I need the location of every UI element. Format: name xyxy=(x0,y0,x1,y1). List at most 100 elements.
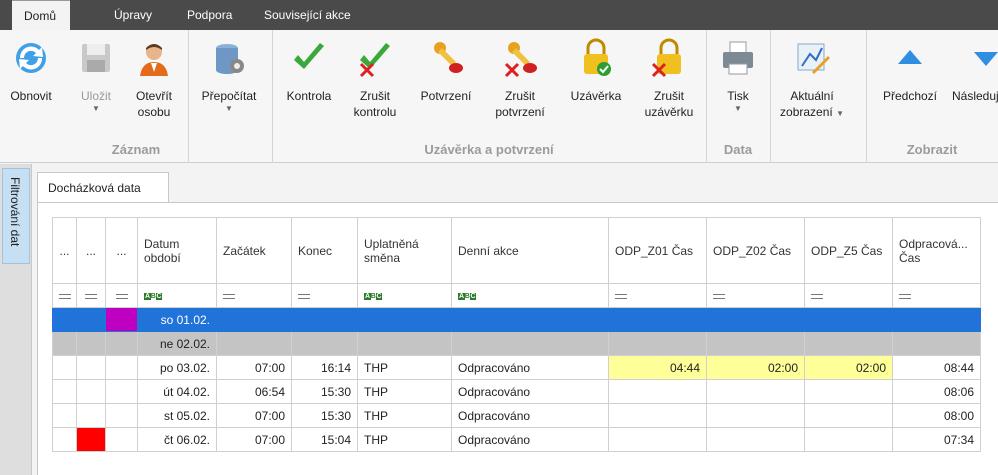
cancel-confirm-label-1: Zrušit xyxy=(505,89,535,103)
filter-cell[interactable] xyxy=(52,283,77,308)
filter-cell[interactable] xyxy=(76,283,106,308)
cancel-check-label-2: kontrolu xyxy=(353,105,397,119)
lock-check-icon xyxy=(584,38,611,76)
date-cell: po 03.02. xyxy=(137,355,217,380)
tab-edit[interactable]: Úpravy xyxy=(102,0,164,30)
equals-filter-icon xyxy=(115,293,128,299)
save-label: Uložit xyxy=(80,89,111,103)
column-header-worked[interactable]: Odpracová... Čas xyxy=(892,217,981,284)
check-button[interactable]: Kontrola xyxy=(282,36,336,104)
filter-cell[interactable] xyxy=(804,283,893,308)
cancel-confirm-label-2: potvrzení xyxy=(495,105,545,119)
equals-filter-icon xyxy=(85,293,97,299)
column-header[interactable]: ... xyxy=(52,217,77,284)
tab-attendance-data[interactable]: Docházková data xyxy=(37,172,169,203)
column-header-odp-z02[interactable]: ODP_Z02 Čas xyxy=(706,217,805,284)
ribbon-separator xyxy=(770,30,771,163)
table-row[interactable]: čt 06.02. 07:00 15:04 THP Odpracováno 07… xyxy=(52,427,981,452)
column-header-end[interactable]: Konec xyxy=(291,217,358,284)
ribbon-tab-bar: Domů Úpravy Podpora Související akce xyxy=(0,0,998,30)
text-filter-icon: ABC xyxy=(458,292,477,300)
recalculate-button[interactable]: Přepočítat ▼ xyxy=(196,36,262,114)
person-icon xyxy=(140,44,168,76)
cancel-close-period-button[interactable]: Zrušit uzávěrku xyxy=(638,36,700,120)
filter-cell[interactable] xyxy=(892,283,981,308)
printer-icon xyxy=(723,41,753,75)
cancel-confirm-button[interactable]: Zrušit potvrzení xyxy=(490,36,550,120)
date-cell: ne 02.02. xyxy=(137,331,217,356)
database-gear-icon xyxy=(216,44,244,74)
floppy-disk-icon xyxy=(82,44,110,72)
save-button[interactable]: Uložit ▼ xyxy=(76,36,116,114)
equals-filter-icon xyxy=(298,293,310,299)
tab-support[interactable]: Podpora xyxy=(175,0,244,30)
equals-filter-icon xyxy=(713,293,725,299)
filter-cell[interactable] xyxy=(706,283,805,308)
previous-button[interactable]: Předchozí xyxy=(878,36,942,104)
table-row[interactable]: so 01.02. xyxy=(52,307,981,332)
header-row: ... ... ... Datum období Začátek Konec U… xyxy=(52,217,981,284)
check-label: Kontrola xyxy=(286,89,332,103)
filter-data-tab[interactable]: Filtrování dat xyxy=(2,168,30,264)
text-filter-icon: ABC xyxy=(364,292,383,300)
table-row[interactable]: ne 02.02. xyxy=(52,331,981,356)
arrow-up-icon xyxy=(898,50,922,64)
text-filter-icon: ABC xyxy=(144,292,163,300)
current-view-label-2: zobrazení xyxy=(780,105,833,119)
filter-cell[interactable] xyxy=(291,283,358,308)
tab-related-actions[interactable]: Související akce xyxy=(252,0,363,30)
current-view-label-1: Aktuální xyxy=(790,89,834,103)
stamp-icon xyxy=(434,42,463,73)
arrow-down-icon xyxy=(974,52,998,66)
filter-cell[interactable] xyxy=(216,283,292,308)
open-person-button[interactable]: Otevřít osobu xyxy=(128,36,180,120)
cancel-close-label-1: Zrušit xyxy=(654,89,684,103)
column-header-date[interactable]: Datum období xyxy=(137,217,217,284)
filter-row: ABC ABC ABC xyxy=(52,283,981,308)
filter-cell[interactable]: ABC xyxy=(451,283,609,308)
column-header[interactable]: ... xyxy=(105,217,138,284)
confirm-label: Potvrzení xyxy=(420,89,472,103)
print-button[interactable]: Tisk ▼ xyxy=(716,36,760,114)
filter-cell[interactable]: ABC xyxy=(137,283,217,308)
next-button[interactable]: Následující xyxy=(946,36,998,104)
table-row[interactable]: út 04.02. 06:54 15:30 THP Odpracováno 08… xyxy=(52,379,981,404)
table-row[interactable]: po 03.02. 07:00 16:14 THP Odpracováno 04… xyxy=(52,355,981,380)
side-panel: Filtrování dat xyxy=(0,164,32,475)
filter-cell[interactable] xyxy=(105,283,138,308)
filter-cell[interactable]: ABC xyxy=(357,283,452,308)
column-header-start[interactable]: Začátek xyxy=(216,217,292,284)
column-header-shift[interactable]: Uplatněná směna xyxy=(357,217,452,284)
column-header[interactable]: ... xyxy=(76,217,106,284)
refresh-label: Obnovit xyxy=(10,89,52,103)
table-row[interactable]: st 05.02. 07:00 15:30 THP Odpracováno 08… xyxy=(52,403,981,428)
tab-home[interactable]: Domů xyxy=(12,0,70,30)
confirm-button[interactable]: Potvrzení xyxy=(416,36,476,104)
filter-cell[interactable] xyxy=(608,283,707,308)
current-view-button[interactable]: Aktuální zobrazení ▼ xyxy=(780,36,844,122)
chevron-down-icon: ▼ xyxy=(836,109,844,118)
refresh-button[interactable]: Obnovit xyxy=(8,36,54,104)
group-label-record: Záznam xyxy=(111,142,161,157)
column-header-odp-z5[interactable]: ODP_Z5 Čas xyxy=(804,217,893,284)
close-period-label: Uzávěrka xyxy=(570,89,622,103)
attendance-grid-container: ... ... ... Datum období Začátek Konec U… xyxy=(37,202,998,475)
filter-data-label: Filtrování dat xyxy=(8,177,22,247)
cancel-check-button[interactable]: Zrušit kontrolu xyxy=(350,36,400,120)
open-person-label-2: osobu xyxy=(137,105,171,119)
status-marker xyxy=(105,307,138,332)
date-cell: čt 06.02. xyxy=(137,427,217,452)
attendance-grid: ... ... ... Datum období Začátek Konec U… xyxy=(52,217,981,452)
status-marker xyxy=(76,427,106,452)
column-header-daily-action[interactable]: Denní akce xyxy=(451,217,609,284)
equals-filter-icon xyxy=(615,293,627,299)
close-period-button[interactable]: Uzávěrka xyxy=(566,36,626,104)
refresh-icon xyxy=(16,43,46,73)
group-label-closing: Uzávěrka a potvrzení xyxy=(424,142,554,157)
checkmark-icon xyxy=(294,43,324,69)
column-header-odp-z01[interactable]: ODP_Z01 Čas xyxy=(608,217,707,284)
lock-cancel-icon xyxy=(651,38,681,78)
recalculate-label: Přepočítat xyxy=(201,89,257,103)
equals-filter-icon xyxy=(811,293,823,299)
next-label: Následující xyxy=(952,89,998,103)
